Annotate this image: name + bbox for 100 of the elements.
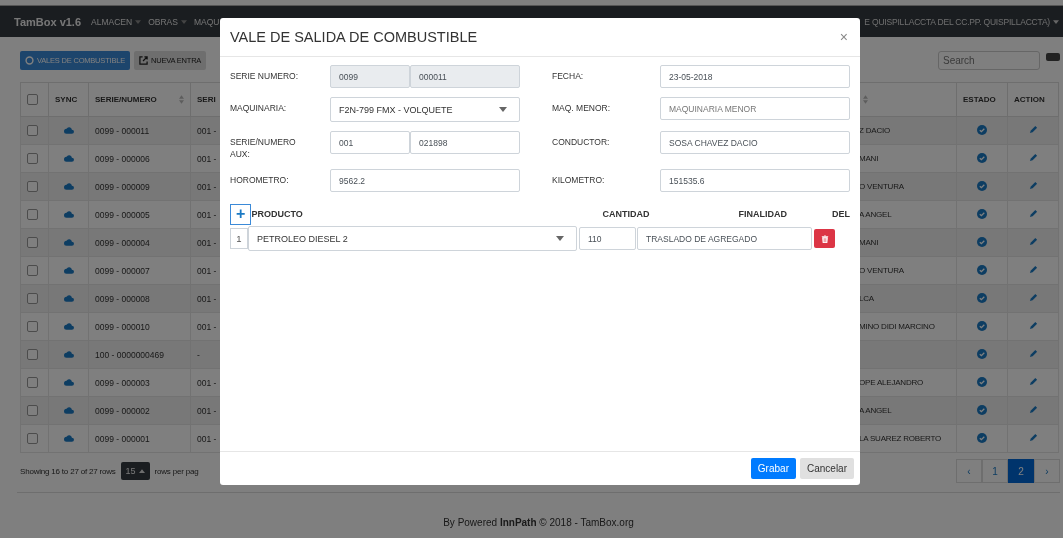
edit-icon[interactable] [1028,349,1038,358]
edit-icon[interactable] [1028,265,1038,274]
table-cell: 0099 - 000008 [95,293,150,304]
caret-icon [499,107,507,112]
table-cell: 001 - [197,125,217,136]
search-field[interactable]: Search [938,50,1040,70]
cloud-icon [63,350,74,358]
field-label: MAQ. MENOR: [552,103,611,113]
check-circle-icon [977,264,987,275]
nav-menu[interactable]: OBRAS [148,16,187,27]
table-cell: 001 - [197,153,217,164]
field-label: SERIE NUMERO: [230,71,298,81]
table-cell: 0099 - 000010 [95,321,150,332]
edit-icon[interactable] [1028,405,1038,414]
table-cell: 001 - [197,265,217,276]
table-cell: 001 - [197,181,217,192]
user-menu[interactable]: E QUISPILLACCTA DEL CC.PP. QUISPILLACCTA) [864,16,1059,27]
caret-icon [556,236,564,241]
row-checkbox[interactable] [27,237,38,249]
column-header: DEL [831,209,850,219]
page-link[interactable]: 1 [982,459,1008,483]
row-checkbox[interactable] [27,293,38,305]
row-checkbox[interactable] [27,265,38,277]
edit-icon[interactable] [1028,153,1038,162]
edit-icon[interactable] [1028,293,1038,302]
table-cell: 100 - 0000000469 [95,349,164,360]
input-field[interactable]: SOSA CHAVEZ DACIO [660,131,850,154]
input-field[interactable]: 151535.6 [660,169,850,192]
field-label: HOROMETRO: [230,175,289,185]
row-checkbox[interactable] [27,125,38,137]
rows-summary: Showing 16 to 27 of 27 rows [20,466,116,476]
row-checkbox[interactable] [27,349,38,361]
nav-menu[interactable]: ALMACEN [91,16,142,27]
quantity-field[interactable]: 110 [579,227,636,250]
sort-icon[interactable] [863,95,868,104]
sort-icon[interactable] [179,95,184,104]
cancel-button[interactable]: Cancelar [799,458,854,479]
edit-icon[interactable] [1028,125,1038,134]
check-circle-icon [977,320,987,331]
nav-menu[interactable]: MAQU [193,16,220,27]
row-checkbox[interactable] [27,321,38,333]
row-checkbox[interactable] [27,181,38,193]
column-header: CANTIDAD [601,209,650,219]
check-circle-icon [977,432,987,443]
table-cell: MANI [859,238,879,247]
cloud-icon [63,126,74,134]
cloud-icon [63,210,74,218]
check-circle-icon [977,208,987,219]
select-all-checkbox[interactable] [27,94,38,105]
table-cell: LA SUAREZ ROBERTO [859,434,942,443]
input-field[interactable]: 001 [330,131,410,154]
row-checkbox[interactable] [27,377,38,389]
page-link[interactable]: › [1034,459,1060,483]
column-header: FINALIDAD [737,209,788,219]
brand-title[interactable]: TamBox v1.6 [14,15,82,28]
row-checkbox[interactable] [27,153,38,165]
cloud-icon [63,294,74,302]
input-field[interactable]: 021898 [410,131,520,154]
external-link-icon [139,55,148,65]
table-cell: 0099 - 000009 [95,181,150,192]
edit-icon[interactable] [1028,321,1038,330]
product-select[interactable]: PETROLEO DIESEL 2 [248,226,577,251]
check-circle-icon [977,124,987,135]
save-button[interactable]: Grabar [750,458,796,479]
delete-button[interactable] [814,229,835,248]
page-link[interactable]: ‹ [956,459,982,483]
edit-icon[interactable] [1028,237,1038,246]
row-checkbox[interactable] [27,209,38,221]
machine-select[interactable]: F2N-799 FMX - VOLQUETE [330,97,520,122]
edit-icon[interactable] [1028,181,1038,190]
input-field[interactable]: 23-05-2018 [660,65,850,88]
add-button[interactable]: + [230,203,252,225]
cloud-icon [63,434,74,442]
table-cell: MANI [859,154,879,163]
input-field[interactable]: MAQUINARIA MENOR [660,97,850,120]
cloud-icon [63,322,74,330]
table-cell: - [197,349,200,360]
columns-button[interactable] [1046,52,1060,61]
field-label: KILOMETRO: [552,175,605,185]
edit-icon[interactable] [1028,433,1038,442]
check-circle-icon [977,236,987,247]
check-circle-icon [977,404,987,415]
cloud-icon [63,406,74,414]
page-size-dropdown[interactable]: 15 [120,462,150,480]
input-field[interactable]: 9562.2 [330,169,520,192]
page-link[interactable]: 2 [1008,459,1034,483]
close-button[interactable]: × [835,29,852,45]
column-header: ESTADO [956,82,1008,117]
check-circle-icon [977,152,987,163]
field-label: SERIE/NUMERO AUX: [230,137,296,159]
table-cell: 001 - [197,377,217,388]
table-cell: 001 - [197,321,217,332]
edit-icon[interactable] [1028,209,1038,218]
purpose-field[interactable]: TRASLADO DE AGREGADO [637,227,812,250]
row-checkbox[interactable] [27,405,38,417]
modal-title: VALE DE SALIDA DE COMBUSTIBLE [230,29,478,45]
table-cell: 001 - [197,209,217,220]
row-checkbox[interactable] [27,433,38,445]
edit-icon[interactable] [1028,377,1038,386]
column-header: SYNC [48,82,89,117]
